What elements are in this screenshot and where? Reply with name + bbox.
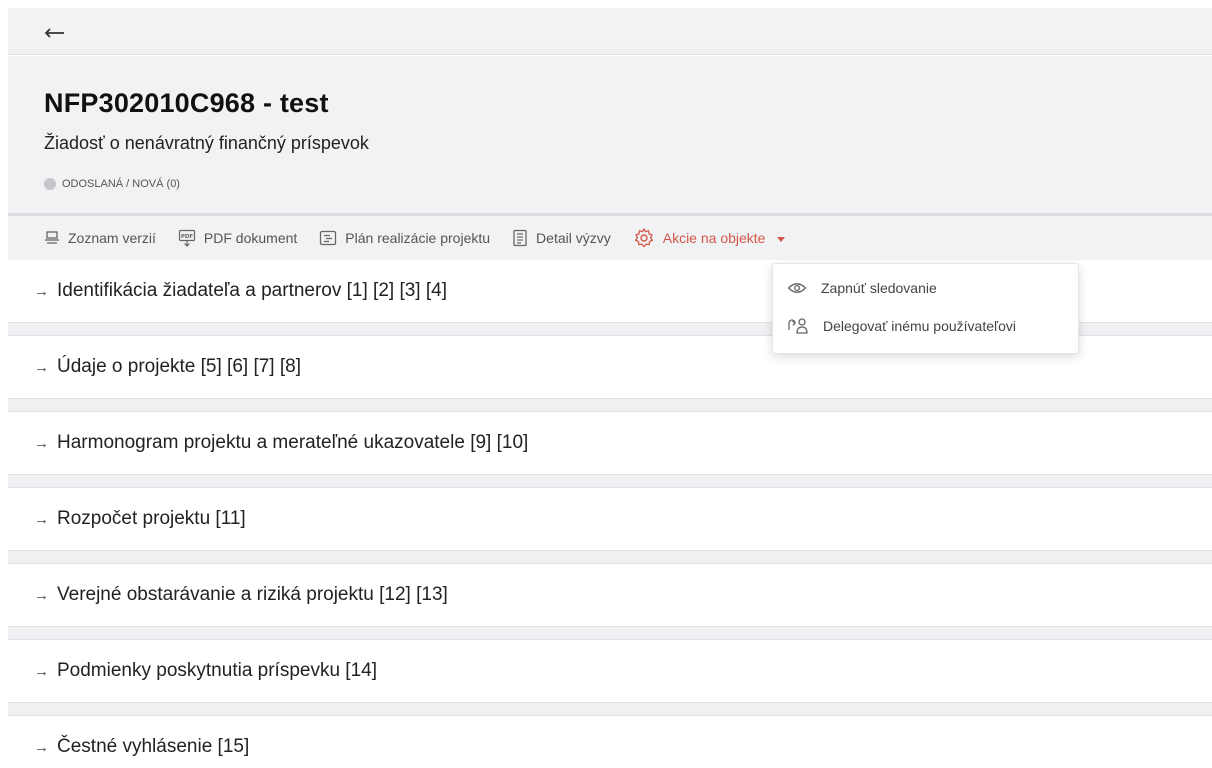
plan-icon bbox=[320, 230, 337, 246]
call-detail-button[interactable]: Detail výzvy bbox=[512, 229, 611, 247]
delegate-label: Delegovať inému používateľovi bbox=[823, 318, 1016, 334]
arrow-right-icon: → bbox=[34, 358, 49, 376]
enable-tracking-menu-item[interactable]: Zapnúť sledovanie bbox=[787, 280, 937, 296]
action-toolbar: Zoznam verzií PDF PDF dokument Plán real… bbox=[8, 213, 1212, 260]
object-actions-label: Akcie na objekte bbox=[662, 230, 766, 246]
section-divider bbox=[8, 702, 1212, 716]
status-label: ODOSLANÁ / NOVÁ (0) bbox=[62, 178, 180, 190]
page-header: NFP302010C968 - test Žiadosť o nenávratn… bbox=[8, 56, 1212, 213]
delegate-user-icon bbox=[788, 318, 808, 334]
arrow-right-icon: → bbox=[34, 662, 49, 680]
section-label: Verejné obstarávanie a riziká projektu [… bbox=[57, 584, 448, 605]
versions-button[interactable]: Zoznam verzií bbox=[44, 230, 156, 246]
object-actions-dropdown: Zapnúť sledovanie Delegovať inému použív… bbox=[772, 263, 1079, 354]
arrow-right-icon: → bbox=[34, 510, 49, 528]
gear-icon bbox=[634, 228, 653, 248]
call-detail-label: Detail výzvy bbox=[536, 230, 611, 246]
section-label: Čestné vyhlásenie [15] bbox=[57, 736, 250, 757]
section-label: Údaje o projekte [5] [6] [7] [8] bbox=[57, 356, 301, 377]
section-schedule-indicators[interactable]: → Harmonogram projektu a merateľné ukazo… bbox=[8, 412, 1212, 474]
pdf-icon: PDF bbox=[178, 229, 196, 247]
caret-down-icon bbox=[777, 236, 786, 242]
pdf-label: PDF dokument bbox=[203, 230, 298, 246]
section-declaration[interactable]: → Čestné vyhlásenie [15] bbox=[8, 716, 1212, 768]
section-budget[interactable]: → Rozpočet projektu [11] bbox=[8, 488, 1212, 550]
versions-label: Zoznam verzií bbox=[68, 230, 156, 246]
arrow-left-icon[interactable] bbox=[44, 24, 66, 40]
section-divider bbox=[8, 626, 1212, 640]
page-subtitle: Žiadosť o nenávratný finančný príspevok bbox=[44, 133, 369, 153]
svg-text:PDF: PDF bbox=[181, 234, 194, 240]
section-label: Harmonogram projektu a merateľné ukazova… bbox=[57, 432, 529, 453]
page-title: NFP302010C968 - test bbox=[44, 88, 329, 118]
section-divider bbox=[8, 550, 1212, 564]
arrow-right-icon: → bbox=[34, 738, 49, 756]
section-divider bbox=[8, 398, 1212, 412]
section-label: Rozpočet projektu [11] bbox=[57, 508, 246, 529]
project-plan-button[interactable]: Plán realizácie projektu bbox=[319, 230, 490, 246]
top-nav-bar bbox=[8, 8, 1212, 55]
project-plan-label: Plán realizácie projektu bbox=[345, 230, 491, 246]
status-dot-icon bbox=[44, 178, 56, 190]
arrow-right-icon: → bbox=[34, 586, 49, 604]
object-actions-button[interactable]: Akcie na objekte bbox=[633, 227, 786, 249]
section-procurement-risks[interactable]: → Verejné obstarávanie a riziká projektu… bbox=[8, 564, 1212, 626]
delegate-menu-item[interactable]: Delegovať inému používateľovi bbox=[787, 317, 1016, 335]
section-label: Identifikácia žiadateľa a partnerov [1] … bbox=[57, 280, 447, 301]
eye-icon bbox=[787, 283, 807, 293]
arrow-right-icon: → bbox=[34, 282, 49, 300]
arrow-right-icon: → bbox=[34, 434, 49, 452]
pdf-document-button[interactable]: PDF PDF dokument bbox=[178, 229, 297, 247]
section-divider bbox=[8, 474, 1212, 488]
section-conditions[interactable]: → Podmienky poskytnutia príspevku [14] bbox=[8, 640, 1212, 702]
status-badge: ODOSLANÁ / NOVÁ (0) bbox=[44, 178, 180, 190]
document-icon bbox=[513, 229, 527, 247]
enable-tracking-label: Zapnúť sledovanie bbox=[821, 280, 937, 296]
versions-icon bbox=[45, 231, 59, 244]
section-label: Podmienky poskytnutia príspevku [14] bbox=[57, 660, 378, 681]
